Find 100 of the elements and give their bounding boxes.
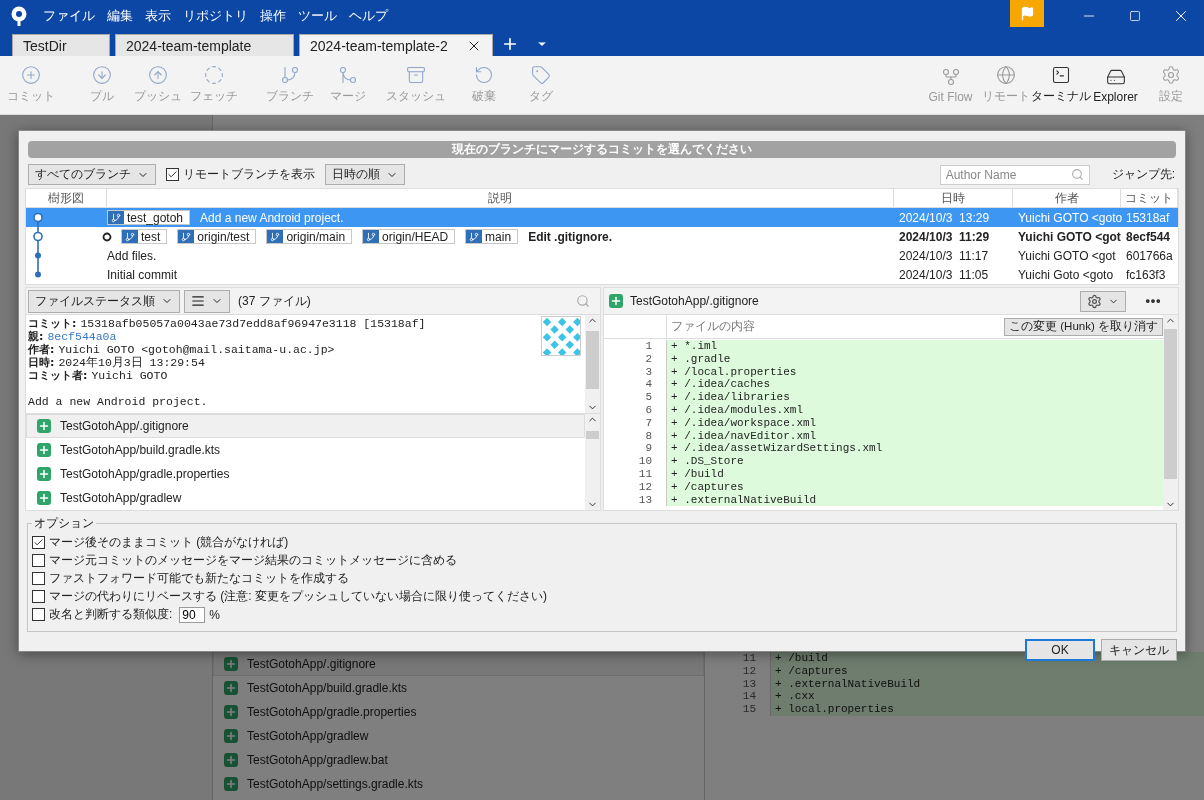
fork-icon bbox=[940, 66, 961, 87]
new-tab-icon[interactable] bbox=[501, 35, 519, 53]
diff-file-name: TestGotohApp/.gitignore bbox=[630, 294, 759, 308]
repo-tab[interactable]: 2024-team-template bbox=[115, 34, 294, 56]
branch-icon bbox=[270, 231, 281, 242]
column-header[interactable]: 作者 bbox=[1013, 189, 1121, 207]
author-cell-text: Yuichi GOTO <goto bbox=[1017, 209, 1121, 227]
info-label: 日時: bbox=[28, 356, 55, 369]
date-cell-text: 2024/10/3 11:05 bbox=[898, 266, 990, 284]
author-search-field[interactable]: Author Name bbox=[939, 164, 1090, 185]
checkbox[interactable] bbox=[32, 608, 45, 621]
file-row[interactable]: TestGotohApp/.gitignore bbox=[26, 414, 585, 438]
menu-item[interactable]: ヘルプ bbox=[349, 7, 388, 25]
discard-hunk-button[interactable]: この変更 (Hunk) を取り消す bbox=[1004, 317, 1163, 336]
arrow-down-circle-icon bbox=[92, 65, 112, 85]
branch-tag: main bbox=[465, 229, 519, 244]
branch-dropdown[interactable]: すべてのブランチ bbox=[28, 164, 156, 185]
view-dropdown[interactable] bbox=[184, 289, 230, 313]
author-cell-text: Yuichi GOTO <got bbox=[1017, 247, 1117, 265]
scroll-thumb[interactable] bbox=[586, 331, 599, 389]
gear-icon bbox=[1087, 293, 1102, 309]
branch-tag: origin/test bbox=[177, 229, 257, 244]
column-header[interactable]: 日時 bbox=[894, 189, 1013, 207]
info-value: 15318afb05057a0043ae73d7edd8af96947e3118 [15318af] bbox=[80, 317, 426, 330]
column-header[interactable]: コミット bbox=[1121, 189, 1178, 207]
options-legend: オプション bbox=[32, 515, 96, 532]
commit-message: Edit .gitignore. bbox=[528, 229, 613, 244]
branch-tag: test_gotoh bbox=[107, 210, 191, 225]
menu-item[interactable]: 表示 bbox=[145, 7, 171, 25]
settings-icon bbox=[1160, 65, 1181, 85]
menu-item[interactable]: ファイル bbox=[43, 7, 95, 25]
repo-tab[interactable]: TestDir bbox=[12, 34, 110, 56]
menu-item[interactable]: ツール bbox=[298, 7, 337, 25]
branch-icon bbox=[280, 65, 300, 85]
menu-item[interactable]: リポジトリ bbox=[183, 7, 248, 25]
jump-label: ジャンプ先: bbox=[1111, 166, 1175, 183]
column-header[interactable]: 樹形図 bbox=[26, 189, 107, 207]
sort-dropdown[interactable]: 日時の順 bbox=[325, 164, 405, 185]
menu-item[interactable]: 操作 bbox=[260, 7, 286, 25]
arrow-up-circle-icon bbox=[148, 65, 168, 85]
check-icon bbox=[33, 537, 44, 548]
added-icon bbox=[609, 294, 623, 308]
repo-tab[interactable]: 2024-team-template-2 bbox=[299, 34, 493, 56]
checkbox[interactable] bbox=[166, 168, 179, 181]
info-label: コミット: bbox=[28, 317, 77, 330]
branch-tag: origin/HEAD bbox=[362, 229, 456, 244]
flag-button[interactable] bbox=[1010, 0, 1044, 27]
branch-icon bbox=[111, 212, 121, 223]
hash-cell-text: 15318af bbox=[1125, 209, 1171, 227]
dashed-circle-icon bbox=[204, 65, 224, 85]
plus-circle-icon bbox=[21, 65, 41, 85]
option-label: マージの代わりにリベースする (注意: 変更をプッシュしていない場合に限り使ってください) bbox=[49, 588, 547, 605]
hash-cell-text: 601766a bbox=[1125, 247, 1174, 265]
branch-icon bbox=[366, 231, 377, 242]
similarity-field[interactable]: 90 bbox=[179, 606, 206, 623]
scrollbar[interactable] bbox=[585, 414, 600, 510]
scroll-thumb[interactable] bbox=[1164, 329, 1177, 479]
maximize-icon[interactable] bbox=[1129, 10, 1141, 22]
merge-icon bbox=[338, 65, 358, 85]
option-label: ファストフォワード可能でも新たなコミットを作成する bbox=[49, 570, 349, 587]
terminal-icon bbox=[1050, 65, 1071, 85]
parent-link[interactable]: 8ecf544a0a bbox=[47, 330, 117, 343]
file-sort-dropdown[interactable]: ファイルステータス順 bbox=[28, 289, 180, 313]
hash-cell-text: fc163f3 bbox=[1125, 266, 1167, 284]
checkbox[interactable] bbox=[32, 554, 45, 567]
added-icon bbox=[224, 681, 238, 695]
branch-tag: origin/main bbox=[266, 229, 353, 244]
cancel-button[interactable]: キャンセル bbox=[1101, 639, 1177, 661]
option-label: マージ後そのままコミット (競合がなければ) bbox=[49, 534, 289, 551]
commit-message: Add a new Android project. bbox=[200, 210, 344, 225]
scrollbar[interactable] bbox=[585, 315, 600, 413]
added-icon bbox=[224, 705, 238, 719]
file-row[interactable]: TestGotohApp/.gitignore bbox=[213, 652, 704, 676]
added-icon bbox=[224, 753, 238, 767]
ok-button[interactable]: OK bbox=[1025, 639, 1095, 661]
info-value: 2024年10月3日 13:29:54 bbox=[58, 356, 205, 369]
info-value: Yuichi GOTO bbox=[91, 369, 168, 382]
commit-row[interactable]: test_gotoh Add a new Android project. 2024/10/3 13:29 Yuichi GOTO <goto 15318af bbox=[26, 208, 1178, 227]
undo-icon bbox=[474, 65, 494, 85]
gear-dropdown[interactable] bbox=[1080, 290, 1126, 312]
info-label: コミット者: bbox=[28, 369, 88, 382]
checkbox[interactable] bbox=[32, 536, 45, 549]
column-header[interactable]: 説明 bbox=[107, 189, 894, 207]
branch-icon bbox=[181, 231, 192, 242]
added-icon bbox=[37, 491, 51, 505]
added-icon bbox=[37, 467, 51, 481]
added-icon bbox=[224, 777, 238, 791]
search-icon bbox=[1070, 168, 1084, 181]
checkbox[interactable] bbox=[32, 590, 45, 603]
info-label: 親: bbox=[28, 330, 44, 343]
added-icon bbox=[37, 443, 51, 457]
scrollbar[interactable] bbox=[1163, 315, 1178, 510]
content-header: ファイルの内容 bbox=[671, 318, 755, 335]
scroll-thumb[interactable] bbox=[586, 431, 599, 439]
checkbox[interactable] bbox=[32, 572, 45, 585]
author-cell-text: Yuichi GOTO <got bbox=[1017, 228, 1121, 246]
percent-label: % bbox=[209, 607, 220, 622]
date-cell-text: 2024/10/3 11:17 bbox=[898, 247, 990, 265]
hash-cell-text: 8ecf544 bbox=[1125, 228, 1172, 246]
menu-item[interactable]: 編集 bbox=[107, 7, 133, 25]
